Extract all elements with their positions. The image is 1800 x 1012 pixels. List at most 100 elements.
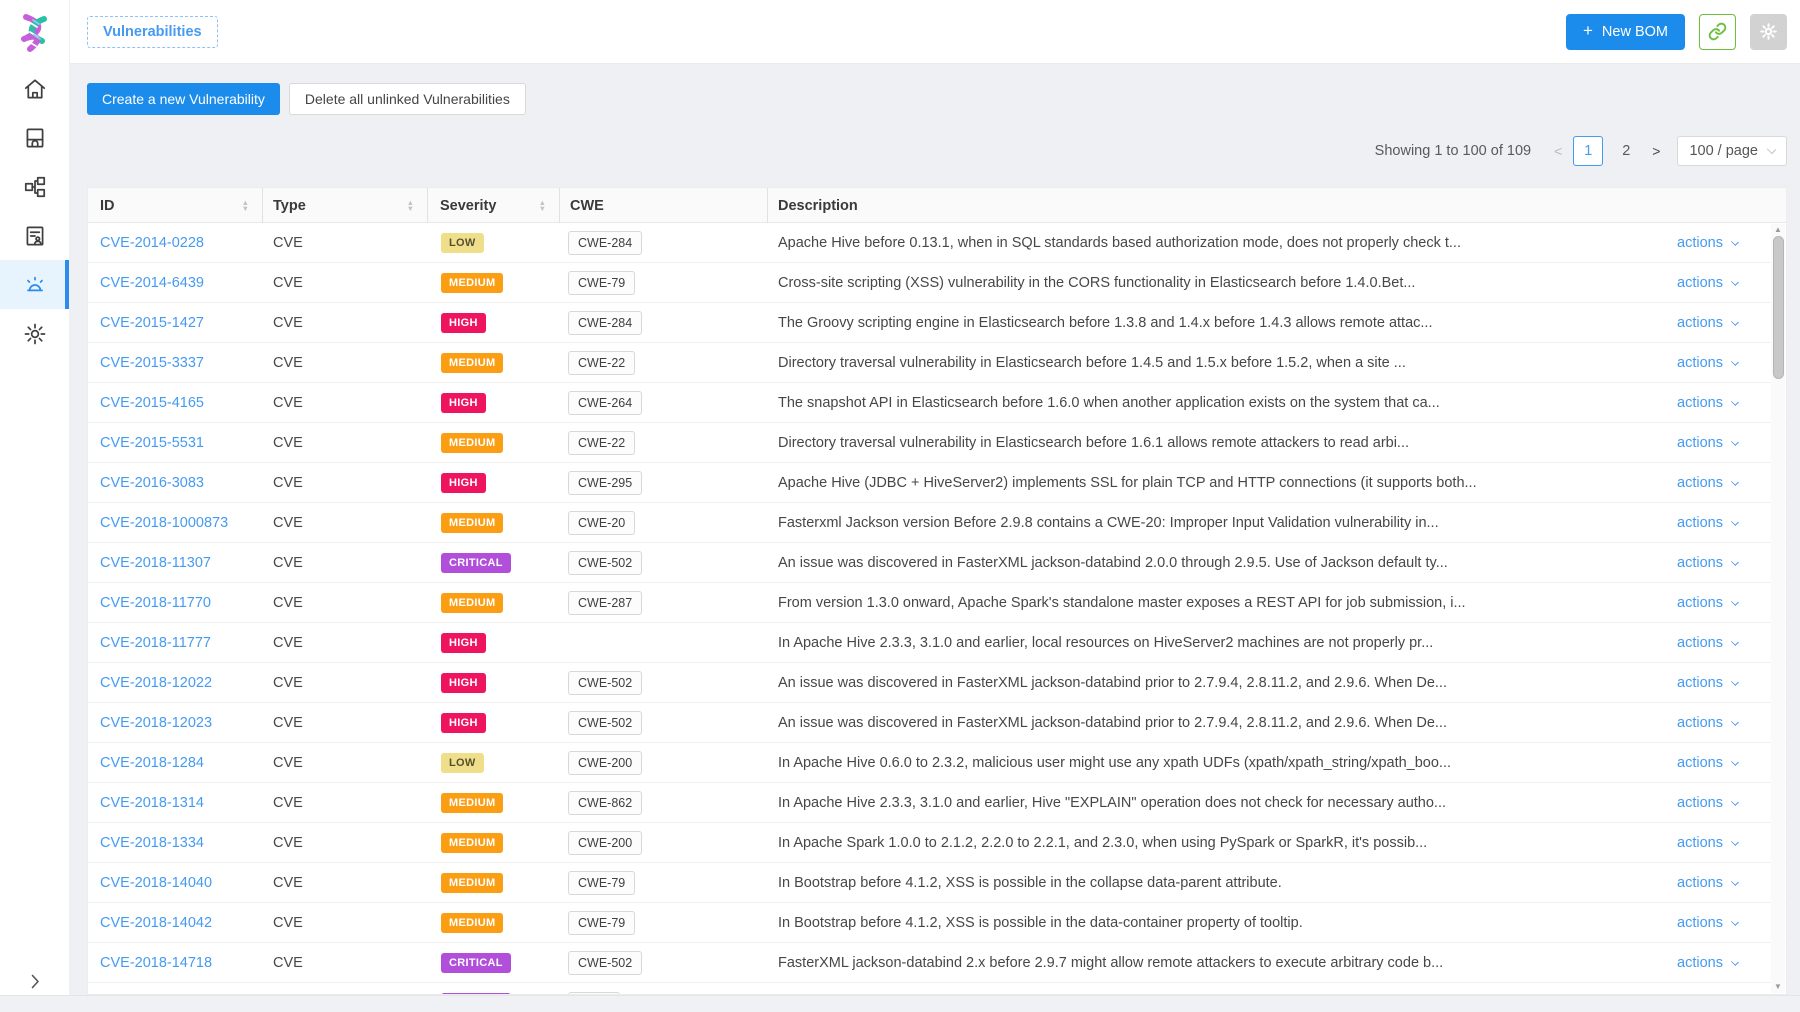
horizontal-scrollbar[interactable] xyxy=(0,995,1800,1012)
actions-dropdown[interactable]: actions xyxy=(1677,675,1738,691)
cve-id-link[interactable]: CVE-2018-1284 xyxy=(100,755,204,771)
cve-id-link[interactable]: CVE-2015-4165 xyxy=(100,395,204,411)
actions-dropdown[interactable]: actions xyxy=(1677,795,1738,811)
app-logo[interactable] xyxy=(0,0,69,64)
upload-bom-link-button[interactable] xyxy=(1699,14,1736,50)
cwe-chip[interactable]: CWE-502 xyxy=(568,671,642,695)
cwe-chip[interactable]: CWE-295 xyxy=(568,471,642,495)
cwe-chip[interactable]: CWE-862 xyxy=(568,791,642,815)
cwe-chip[interactable]: CWE-79 xyxy=(568,911,635,935)
sort-icon[interactable]: ▲▼ xyxy=(242,200,249,212)
table-row: CVE-2018-11777 CVE HIGH In Apache Hive 2… xyxy=(88,623,1786,663)
cwe-chip[interactable]: CWE-264 xyxy=(568,391,642,415)
cve-id-link[interactable]: CVE-2014-0228 xyxy=(100,235,204,251)
sort-icon[interactable]: ▲▼ xyxy=(407,200,414,212)
sort-icon[interactable]: ▲▼ xyxy=(539,200,546,212)
cwe-chip[interactable]: CWE-284 xyxy=(568,311,642,335)
cwe-chip[interactable]: CWE-22 xyxy=(568,351,635,375)
column-header-id[interactable]: ID ▲▼ xyxy=(88,188,263,223)
scroll-down-icon[interactable]: ▼ xyxy=(1771,981,1785,993)
actions-dropdown[interactable]: actions xyxy=(1677,875,1738,891)
cwe-chip[interactable]: CWE-502 xyxy=(568,951,642,975)
table-row: CVE-2018-14718 CVE CRITICAL CWE-502 Fast… xyxy=(88,943,1786,983)
sidebar-item-vulnerabilities[interactable] xyxy=(0,260,69,309)
actions-dropdown[interactable]: actions xyxy=(1677,755,1738,771)
chevron-down-icon xyxy=(1731,518,1739,526)
actions-dropdown[interactable]: actions xyxy=(1677,715,1738,731)
severity-badge: CRITICAL xyxy=(441,553,511,573)
actions-label: actions xyxy=(1677,595,1727,611)
cwe-chip[interactable]: CWE-287 xyxy=(568,591,642,615)
cve-id-link[interactable]: CVE-2018-14042 xyxy=(100,915,212,931)
actions-dropdown[interactable]: actions xyxy=(1677,635,1738,651)
actions-dropdown[interactable]: actions xyxy=(1677,515,1738,531)
cve-id-link[interactable]: CVE-2018-11770 xyxy=(100,595,211,611)
cve-id-link[interactable]: CVE-2018-14040 xyxy=(100,875,212,891)
actions-dropdown[interactable]: actions xyxy=(1677,555,1738,571)
delete-unlinked-button[interactable]: Delete all unlinked Vulnerabilities xyxy=(289,83,526,115)
vuln-type: CVE xyxy=(263,915,428,931)
sidebar-item-audit[interactable] xyxy=(0,211,69,260)
cve-id-link[interactable]: CVE-2018-1000873 xyxy=(100,515,228,531)
actions-dropdown[interactable]: actions xyxy=(1677,595,1738,611)
cwe-chip[interactable]: CWE-22 xyxy=(568,431,635,455)
prev-page-button[interactable]: < xyxy=(1547,143,1569,159)
sidebar-item-projects[interactable] xyxy=(0,113,69,162)
sidebar-item-administration[interactable] xyxy=(0,309,69,358)
cve-id-link[interactable]: CVE-2018-1314 xyxy=(100,795,204,811)
cve-id-link[interactable]: CVE-2018-11777 xyxy=(100,635,211,651)
next-page-button[interactable]: > xyxy=(1645,143,1667,159)
main-content: Create a new Vulnerability Delete all un… xyxy=(70,64,1800,1012)
page-2-button[interactable]: 2 xyxy=(1611,136,1641,166)
cwe-chip[interactable]: CWE-79 xyxy=(568,871,635,895)
actions-dropdown[interactable]: actions xyxy=(1677,915,1738,931)
actions-dropdown[interactable]: actions xyxy=(1677,355,1738,371)
cve-id-link[interactable]: CVE-2015-3337 xyxy=(100,355,204,371)
cwe-chip[interactable]: CWE-20 xyxy=(568,511,635,535)
column-header-type[interactable]: Type ▲▼ xyxy=(263,188,428,223)
column-header-severity[interactable]: Severity ▲▼ xyxy=(428,188,560,223)
severity-badge: HIGH xyxy=(441,473,486,493)
cve-id-link[interactable]: CVE-2018-1334 xyxy=(100,835,204,851)
page-size-select[interactable]: 100 / page xyxy=(1677,136,1787,166)
cwe-chip[interactable]: CWE-79 xyxy=(568,271,635,295)
actions-dropdown[interactable]: actions xyxy=(1677,955,1738,971)
actions-dropdown[interactable]: actions xyxy=(1677,315,1738,331)
actions-dropdown[interactable]: actions xyxy=(1677,435,1738,451)
cve-id-link[interactable]: CVE-2015-5531 xyxy=(100,435,204,451)
settings-button[interactable] xyxy=(1750,14,1787,50)
cve-id-link[interactable]: CVE-2014-6439 xyxy=(100,275,204,291)
description-text: An issue was discovered in FasterXML jac… xyxy=(768,715,1641,731)
cwe-chip[interactable]: CWE-200 xyxy=(568,751,642,775)
create-vulnerability-button[interactable]: Create a new Vulnerability xyxy=(87,83,280,115)
description-text: In Apache Hive 2.3.3, 3.1.0 and earlier,… xyxy=(768,635,1641,651)
actions-dropdown[interactable]: actions xyxy=(1677,395,1738,411)
cve-id-link[interactable]: CVE-2015-1427 xyxy=(100,315,204,331)
cve-id-link[interactable]: CVE-2018-11307 xyxy=(100,555,211,571)
actions-dropdown[interactable]: actions xyxy=(1677,835,1738,851)
new-bom-button[interactable]: + New BOM xyxy=(1566,14,1685,50)
cwe-chip[interactable]: CWE-502 xyxy=(568,711,642,735)
cwe-chip[interactable]: CWE-200 xyxy=(568,831,642,855)
vertical-scrollbar[interactable]: ▲ ▼ xyxy=(1771,224,1785,993)
scroll-up-icon[interactable]: ▲ xyxy=(1771,224,1785,236)
cve-id-link[interactable]: CVE-2018-12022 xyxy=(100,675,212,691)
actions-dropdown[interactable]: actions xyxy=(1677,235,1738,251)
scrollbar-thumb[interactable] xyxy=(1773,236,1784,379)
sidebar-expand-button[interactable] xyxy=(0,974,70,989)
description-text: Apache Hive before 0.13.1, when in SQL s… xyxy=(768,235,1641,251)
actions-dropdown[interactable]: actions xyxy=(1677,275,1738,291)
cve-id-link[interactable]: CVE-2016-3083 xyxy=(100,475,204,491)
sidebar-item-dashboard[interactable] xyxy=(0,64,69,113)
cwe-chip[interactable]: CWE-502 xyxy=(568,551,642,575)
sidebar-item-components[interactable] xyxy=(0,162,69,211)
page-1-button[interactable]: 1 xyxy=(1573,136,1603,166)
actions-dropdown[interactable]: actions xyxy=(1677,475,1738,491)
cve-id-link[interactable]: CVE-2018-12023 xyxy=(100,715,212,731)
breadcrumb[interactable]: Vulnerabilities xyxy=(87,16,218,48)
table-row: CVE-2018-12023 CVE HIGH CWE-502 An issue… xyxy=(88,703,1786,743)
cwe-chip[interactable]: CWE-284 xyxy=(568,231,642,255)
chevron-down-icon xyxy=(1731,958,1739,966)
description-text: In Apache Hive 2.3.3, 3.1.0 and earlier,… xyxy=(768,795,1641,811)
cve-id-link[interactable]: CVE-2018-14718 xyxy=(100,955,212,971)
